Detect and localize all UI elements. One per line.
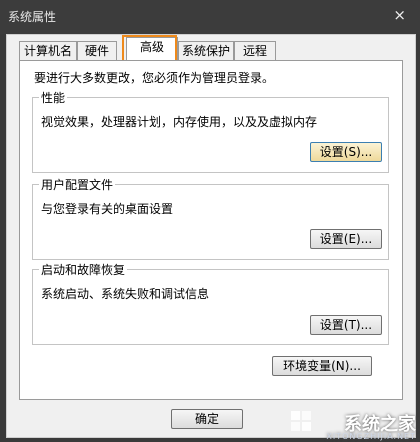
tab-hardware[interactable]: 硬件 bbox=[77, 41, 117, 60]
startup-recovery-group: 启动和故障恢复 系统启动、系统失败和调试信息 设置(T)... bbox=[32, 261, 389, 345]
tab-remote[interactable]: 远程 bbox=[234, 41, 276, 60]
admin-note: 要进行大多数更改，您必须作为管理员登录。 bbox=[34, 71, 275, 85]
window-title: 系统属性 bbox=[8, 10, 57, 24]
performance-description: 视觉效果，处理器计划，内存使用，以及及虚拟内存 bbox=[41, 115, 318, 129]
watermark-logo-icon bbox=[291, 411, 311, 431]
startup-recovery-description: 系统启动、系统失败和调试信息 bbox=[41, 287, 210, 301]
performance-group: 性能 视觉效果，处理器计划，内存使用，以及及虚拟内存 设置(S)... bbox=[32, 89, 389, 173]
ok-button[interactable]: 确定 bbox=[171, 409, 243, 429]
advanced-tab-page: 要进行大多数更改，您必须作为管理员登录。 性能 视觉效果，处理器计划，内存使用，… bbox=[19, 60, 403, 400]
tab-computer-name[interactable]: 计算机名 bbox=[19, 41, 77, 60]
startup-recovery-settings-button[interactable]: 设置(T)... bbox=[310, 315, 382, 335]
user-profiles-description: 与您登录有关的桌面设置 bbox=[41, 202, 174, 216]
tab-system-protection[interactable]: 系统保护 bbox=[178, 41, 234, 60]
user-profiles-settings-button[interactable]: 设置(E)... bbox=[310, 229, 382, 249]
watermark-subtext: XITONGZHIJIA.NET bbox=[326, 432, 416, 441]
performance-settings-button[interactable]: 设置(S)... bbox=[310, 142, 382, 162]
dialog-body: 计算机名 硬件 高级 系统保护 远程 要进行大多数更改，您必须作为管理员登录。 … bbox=[6, 34, 416, 438]
startup-recovery-legend: 启动和故障恢复 bbox=[39, 261, 128, 278]
environment-variables-button[interactable]: 环境变量(N)... bbox=[272, 356, 372, 376]
close-icon[interactable]: × bbox=[393, 6, 406, 24]
performance-legend: 性能 bbox=[39, 89, 68, 106]
user-profiles-legend: 用户配置文件 bbox=[39, 176, 116, 193]
title-bar: 系统属性 × bbox=[0, 0, 420, 34]
user-profiles-group: 用户配置文件 与您登录有关的桌面设置 设置(E)... bbox=[32, 176, 389, 260]
system-properties-window: 系统属性 × 计算机名 硬件 高级 系统保护 远程 要进行大多数更改，您必须作为… bbox=[0, 0, 420, 442]
watermark: 系统之家 XITONGZHIJIA.NET bbox=[326, 410, 416, 441]
